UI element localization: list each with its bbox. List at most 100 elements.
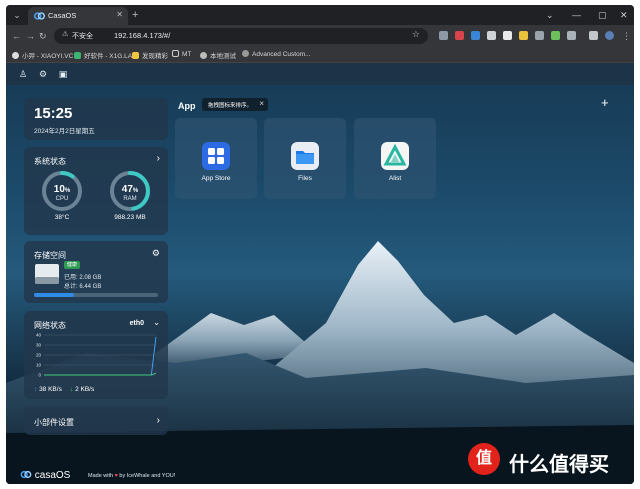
forward-icon[interactable]: → — [26, 29, 35, 43]
cpu-temperature: 38°C — [54, 214, 70, 221]
app-tile-label: Alist — [388, 175, 402, 182]
extensions-puzzle-icon[interactable] — [567, 31, 576, 40]
casaos-logo-icon — [20, 470, 32, 479]
profile-avatar[interactable] — [605, 31, 614, 40]
bookmark-item[interactable]: 小羿 - XIAOYI.VC — [12, 50, 73, 60]
url-text[interactable]: 192.168.4.173/#/ — [114, 31, 170, 40]
casaos-dashboard: ♙ ⚙ ▣ 15:25 2024年2月2日星期五 系统状态 › 10% CPU … — [6, 63, 634, 484]
extension-icon[interactable] — [551, 31, 560, 40]
extension-icon[interactable] — [535, 31, 544, 40]
storage-title: 存储空间 — [34, 251, 66, 260]
watermark-text: 什么值得买 — [509, 454, 609, 476]
system-status-widget: 系统状态 › 10% CPU 38°C 47% RAM 988.23 MB — [24, 147, 168, 235]
bookmark-star-icon[interactable]: ☆ — [412, 29, 420, 40]
more-menu-icon[interactable]: ⋮ — [622, 29, 631, 43]
close-window-icon[interactable]: ✕ — [620, 8, 628, 22]
chart-y-tick-label: 0 — [38, 373, 41, 378]
chart-y-tick-label: 10 — [36, 363, 42, 368]
health-badge: 健康 — [64, 261, 80, 269]
alist-icon — [381, 142, 409, 170]
chart-y-tick-label: 30 — [36, 343, 42, 348]
widget-settings-button[interactable]: 小部件设置 › — [24, 407, 168, 435]
tab-strip: ⌄ CasaOS ✕ + ⌄ — ▢ ✕ — [6, 5, 634, 25]
tab-close-icon[interactable]: ✕ — [116, 10, 123, 19]
user-icon — [12, 52, 19, 59]
tab-list-icon[interactable]: ⌄ — [546, 8, 554, 22]
storage-widget: 存储空间 ⚙ 健康 已用: 2.08 GB 总计: 6.44 GB — [24, 241, 168, 303]
sort-hint-tooltip: 拖拽图标来排序。 × — [202, 98, 268, 111]
bookmark-item[interactable]: 发现精彩 — [132, 50, 168, 60]
bookmark-item[interactable]: Advanced Custom... — [242, 50, 311, 58]
clock-widget: 15:25 2024年2月2日星期五 — [24, 98, 168, 140]
tab-search-icon[interactable]: ⌄ — [10, 8, 24, 22]
network-widget: 网络状态 eth0 ⌄ 40 30 20 10 0 ↑ 38 KB/s ↓ 2 KB/s — [24, 311, 168, 399]
folder-icon — [172, 50, 179, 57]
network-interface-select[interactable]: eth0 — [130, 320, 144, 327]
bookmark-item[interactable]: 本地测试 — [200, 50, 236, 60]
extension-icon[interactable] — [487, 31, 496, 40]
reload-icon[interactable]: ↻ — [39, 29, 47, 43]
browser-toolbar: ← → ↻ ⚠ 不安全 192.168.4.173/#/ ☆ ⋮ — [6, 25, 634, 47]
settings-sliders-icon[interactable]: ⚙ — [36, 67, 50, 81]
disk-icon — [35, 264, 59, 284]
bookmark-item[interactable]: 好软件 - X1G.LA — [74, 50, 132, 60]
extension-icon[interactable] — [439, 31, 448, 40]
casaos-logo-text: casaOS — [34, 470, 71, 481]
app-tile-label: App Store — [201, 175, 231, 182]
clock-date: 2024年2月2日星期五 — [34, 128, 95, 135]
gear-icon[interactable]: ⚙ — [152, 248, 160, 259]
user-account-icon[interactable]: ♙ — [16, 67, 30, 81]
extension-icon[interactable] — [471, 31, 480, 40]
extension-icon[interactable] — [503, 31, 512, 40]
bookmark-folder[interactable]: MT — [172, 50, 191, 58]
extension-icon[interactable] — [519, 31, 528, 40]
address-bar[interactable]: ⚠ 不安全 192.168.4.173/#/ ☆ — [54, 28, 428, 44]
chart-y-tick-label: 40 — [36, 333, 42, 338]
upload-speed: ↑ 38 KB/s — [34, 386, 62, 393]
casaos-top-bar: ♙ ⚙ ▣ — [6, 63, 634, 85]
sort-hint-text: 拖拽图标来排序。 — [208, 103, 253, 109]
bookmark-favicon-icon — [74, 52, 81, 59]
arrow-down-icon: ↓ — [70, 386, 74, 393]
bookmark-favicon-icon — [132, 52, 139, 59]
heart-icon: ♥ — [114, 473, 118, 479]
chevron-down-icon[interactable]: ⌄ — [153, 318, 160, 327]
minimize-icon[interactable]: — — [572, 8, 581, 22]
ram-gauge: 47% RAM — [108, 169, 152, 213]
ram-label: RAM — [123, 196, 137, 202]
app-tile-label: Files — [298, 175, 312, 182]
app-tile-alist[interactable]: Alist — [354, 118, 436, 199]
close-icon[interactable]: × — [259, 99, 264, 108]
app-tile-app-store[interactable]: App Store — [175, 118, 257, 199]
widget-settings-title: 小部件设置 — [34, 418, 74, 427]
chart-y-tick-label: 20 — [36, 353, 42, 358]
chevron-right-icon[interactable]: › — [157, 153, 160, 164]
tab-casaos[interactable]: CasaOS ✕ — [28, 7, 128, 25]
network-chart: 40 30 20 10 0 — [36, 333, 157, 378]
cpu-percent: 10% — [53, 184, 71, 195]
globe-icon — [200, 52, 207, 59]
extension-icon[interactable] — [455, 31, 464, 40]
upload-series-line — [44, 336, 157, 376]
tab-title: CasaOS — [48, 11, 77, 20]
footer-credit: Made with ♥ by IceWhale and YOU! — [88, 473, 176, 479]
warning-icon[interactable]: ⚠ — [62, 30, 68, 38]
chevron-right-icon: › — [156, 415, 160, 426]
back-icon[interactable]: ← — [12, 29, 21, 43]
app-tile-files[interactable]: Files — [264, 118, 346, 199]
maximize-icon[interactable]: ▢ — [598, 8, 607, 22]
add-app-button[interactable]: + — [601, 96, 609, 110]
smzdm-logo: 值 — [468, 443, 500, 475]
side-panel-icon[interactable] — [589, 31, 598, 40]
ram-used: 988.23 MB — [114, 214, 146, 221]
casaos-logo: casaOS — [20, 470, 70, 481]
system-status-title: 系统状态 — [34, 157, 66, 166]
arrow-up-icon: ↑ — [34, 386, 38, 393]
insecure-label: 不安全 — [72, 33, 93, 40]
browser-window: ⌄ CasaOS ✕ + ⌄ — ▢ ✕ ← → ↻ ⚠ 不安全 192.168… — [6, 5, 634, 484]
new-tab-button[interactable]: + — [132, 8, 138, 22]
clock-time: 15:25 — [34, 105, 73, 122]
storage-usage-fill — [34, 293, 74, 297]
terminal-icon[interactable]: ▣ — [56, 67, 70, 81]
storage-usage-bar — [34, 293, 158, 297]
